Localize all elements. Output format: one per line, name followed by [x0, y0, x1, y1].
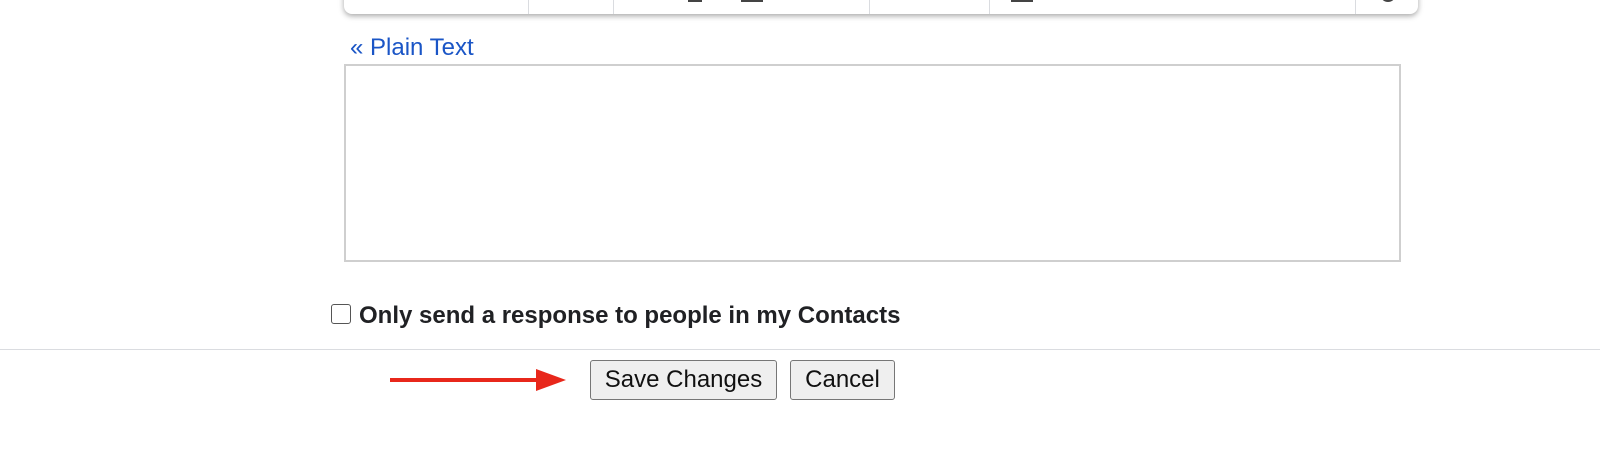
search-icon[interactable] [1380, 0, 1396, 2]
save-button[interactable]: Save Changes [590, 360, 777, 400]
arrow-head [536, 369, 566, 391]
font-color-icon[interactable] [688, 0, 702, 2]
toolbar-separator [869, 0, 870, 14]
numbered-list-icon[interactable] [1011, 0, 1033, 2]
plain-text-link[interactable]: « Plain Text [350, 34, 474, 62]
message-body-input[interactable] [344, 64, 1401, 262]
underline-icon[interactable] [741, 0, 763, 2]
contacts-only-label[interactable]: Only send a response to people in my Con… [359, 302, 900, 330]
cancel-button[interactable]: Cancel [790, 360, 895, 400]
toolbar-separator [528, 0, 529, 14]
formatting-toolbar [344, 0, 1418, 14]
contacts-only-checkbox[interactable] [331, 304, 351, 324]
red-arrow-annotation [390, 369, 566, 391]
toolbar-separator [613, 0, 614, 14]
toolbar-separator [989, 0, 990, 14]
section-divider [0, 349, 1600, 350]
toolbar-separator [1355, 0, 1356, 14]
contacts-only-option[interactable]: Only send a response to people in my Con… [331, 298, 900, 330]
